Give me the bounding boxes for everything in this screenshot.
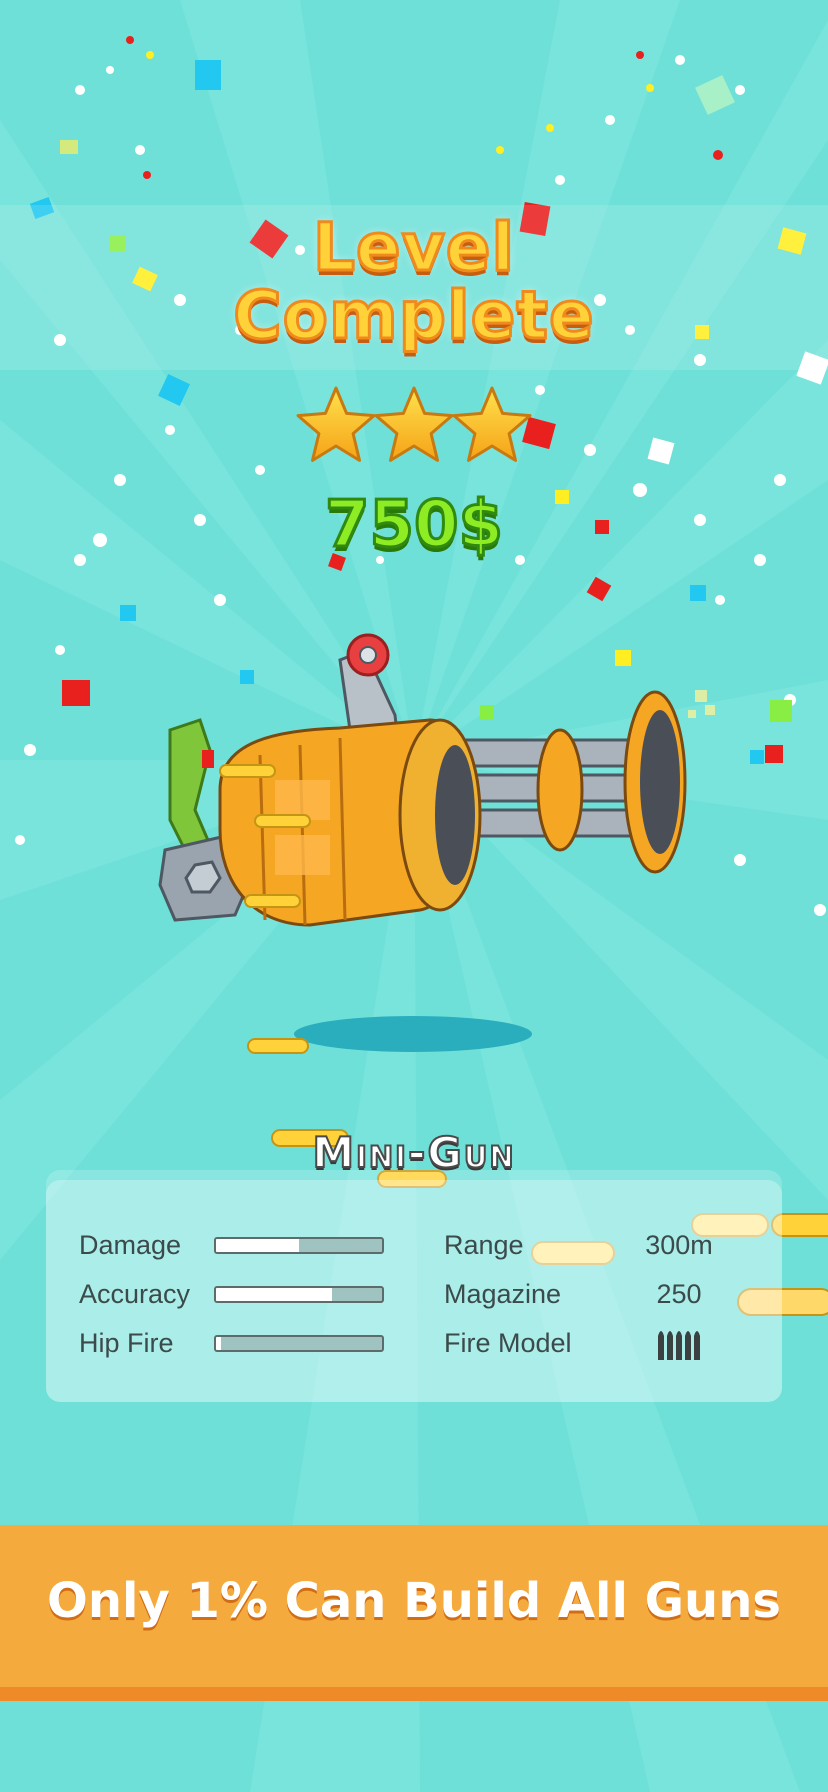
promo-banner: Only 1% Can Build All Guns (0, 1525, 828, 1701)
stat-label-damage: Damage (79, 1230, 182, 1260)
star-icon (296, 386, 376, 462)
hip-fire-bar (214, 1335, 384, 1352)
stat-value-magazine: 250 (656, 1279, 702, 1309)
gun-shadow (294, 1016, 532, 1052)
reward-amount: 750$ (323, 487, 504, 564)
stat-label-fire-model: Fire Model (444, 1328, 572, 1358)
accuracy-bar (214, 1286, 384, 1303)
star-icon (374, 386, 454, 462)
stat-label-magazine: Magazine (444, 1279, 562, 1309)
level-complete-title-line1: Level (311, 209, 516, 286)
hip-fire-bar-fill (216, 1337, 221, 1350)
damage-bar-fill (216, 1239, 299, 1252)
accuracy-bar-fill (216, 1288, 333, 1301)
stat-label-accuracy: Accuracy (79, 1279, 191, 1309)
promo-banner-text: Only 1% Can Build All Guns (47, 1573, 781, 1629)
damage-bar (214, 1237, 384, 1254)
level-complete-title-line2: Complete (232, 277, 596, 354)
bullet-shell-icon (247, 1038, 309, 1054)
weapon-name: Mini-Gun (311, 1127, 516, 1178)
stat-value-range: 300m (645, 1230, 713, 1260)
stat-label-range: Range (444, 1230, 524, 1260)
star-rating (296, 386, 532, 462)
star-icon (452, 386, 532, 462)
stat-label-hip-fire: Hip Fire (79, 1328, 174, 1358)
bullets-icon (658, 1331, 700, 1360)
minigun-illustration (158, 633, 715, 927)
